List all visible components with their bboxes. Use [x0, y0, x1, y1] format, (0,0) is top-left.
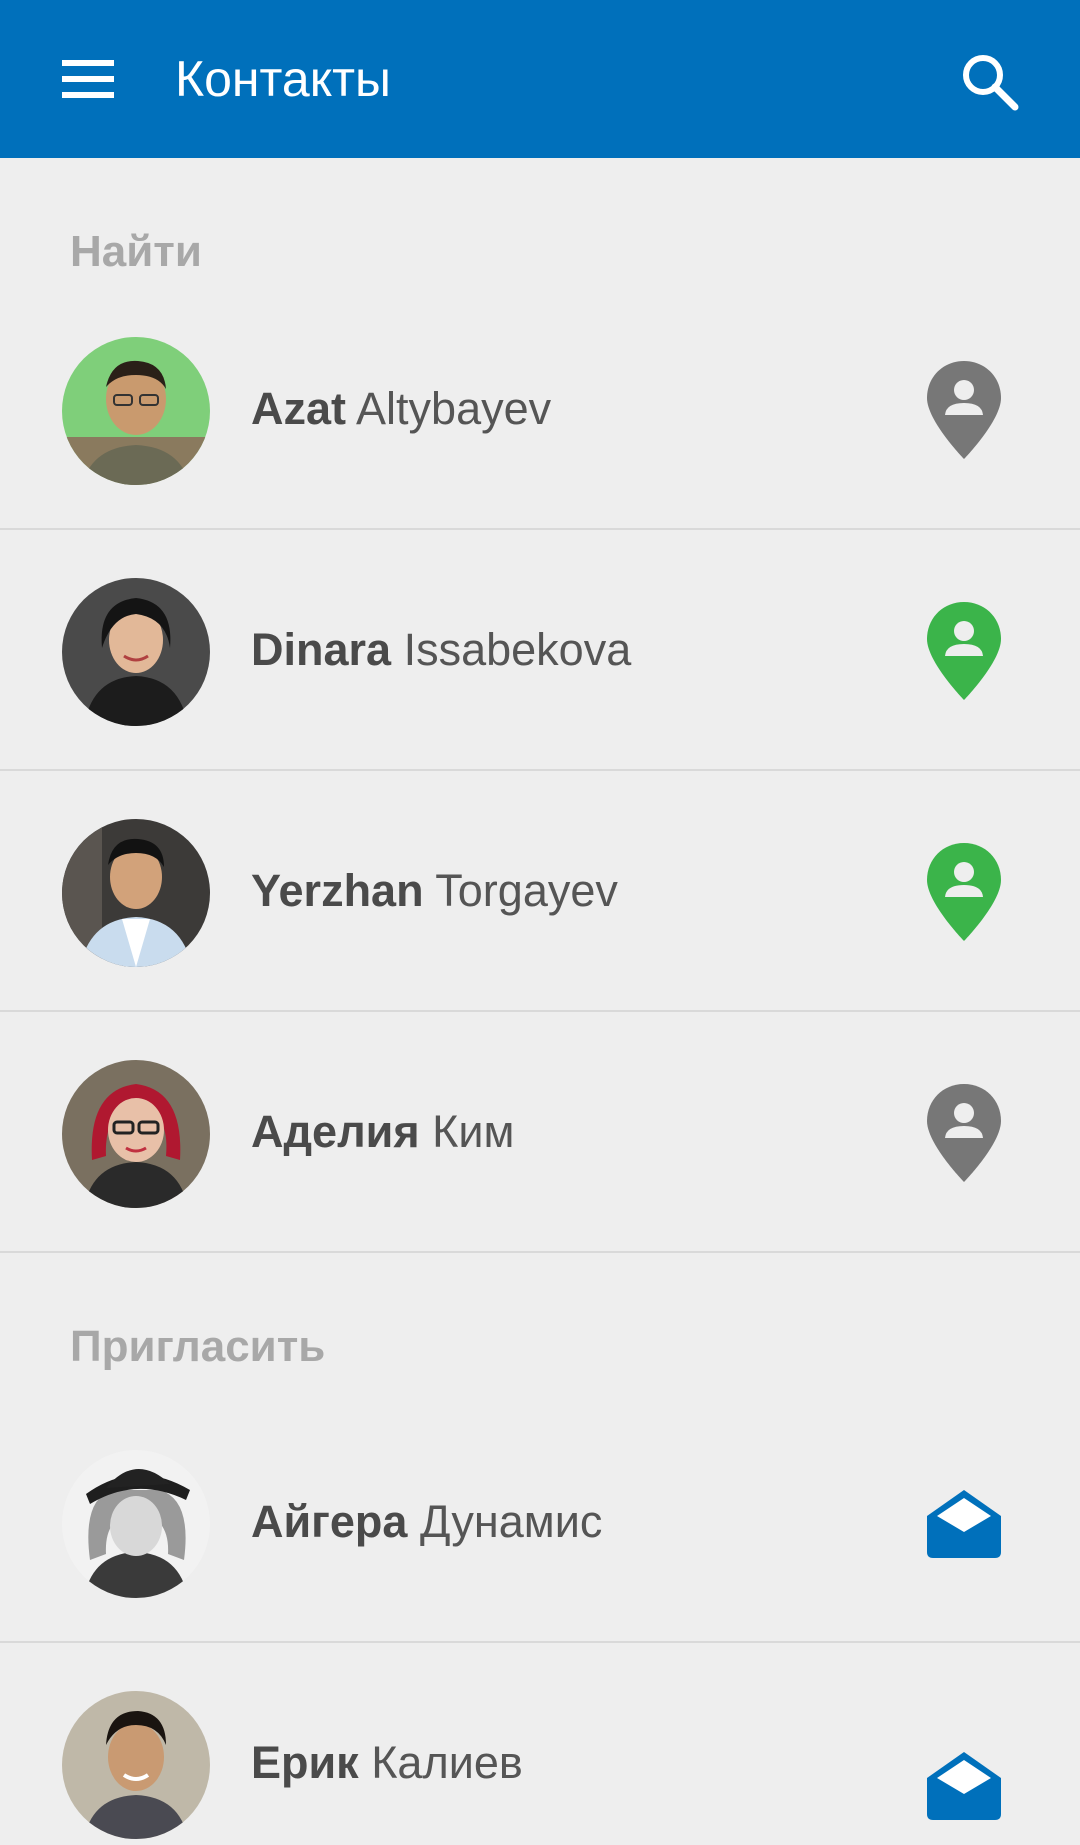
- row-divider: [0, 769, 1080, 771]
- section-header-invite: Пригласить: [70, 1322, 326, 1371]
- row-divider: [0, 1251, 1080, 1253]
- contact-first-name: Dinara: [251, 624, 392, 675]
- contact-last-name: Дунамис: [419, 1496, 603, 1547]
- contact-first-name: Айгера: [251, 1496, 408, 1547]
- contact-last-name: Issabekova: [403, 624, 632, 675]
- contact-name: Ерик Калиев: [251, 1737, 523, 1789]
- contact-row[interactable]: Айгера Дунамис: [0, 1403, 1080, 1643]
- avatar: [62, 1450, 210, 1598]
- open-envelope-icon[interactable]: [918, 1730, 1010, 1840]
- contact-name: Аделия Ким: [251, 1106, 514, 1158]
- contact-last-name: Ким: [432, 1106, 515, 1157]
- hamburger-menu-icon[interactable]: [50, 49, 126, 109]
- avatar: [62, 1060, 210, 1208]
- contact-row[interactable]: Ерик Калиев: [0, 1644, 1080, 1845]
- contact-row[interactable]: Dinara Issabekova: [0, 531, 1080, 771]
- contact-name: Dinara Issabekova: [251, 624, 631, 676]
- avatar: [62, 337, 210, 485]
- contact-first-name: Azat: [251, 383, 347, 434]
- contact-row[interactable]: Yerzhan Torgayev: [0, 772, 1080, 1012]
- location-person-icon[interactable]: [918, 355, 1010, 465]
- contact-first-name: Yerzhan: [251, 865, 424, 916]
- avatar: [62, 578, 210, 726]
- location-person-icon[interactable]: [918, 1078, 1010, 1188]
- avatar: [62, 819, 210, 967]
- avatar: [62, 1691, 210, 1839]
- contact-row[interactable]: Аделия Ким: [0, 1013, 1080, 1253]
- contact-first-name: Аделия: [251, 1106, 420, 1157]
- contact-name: Yerzhan Torgayev: [251, 865, 618, 917]
- contact-last-name: Калиев: [371, 1737, 523, 1788]
- contact-last-name: Torgayev: [435, 865, 618, 916]
- row-divider: [0, 1010, 1080, 1012]
- location-person-icon[interactable]: [918, 837, 1010, 947]
- page-title: Контакты: [175, 51, 391, 107]
- contact-first-name: Ерик: [251, 1737, 359, 1788]
- app-bar: Контакты: [0, 0, 1080, 158]
- row-divider: [0, 1641, 1080, 1643]
- contact-name: Azat Altybayev: [251, 383, 551, 435]
- contacts-screen: Контакты Найти Azat Altybayev Dinara Iss…: [0, 0, 1080, 1845]
- contact-last-name: Altybayev: [356, 383, 552, 434]
- section-header-find: Найти: [70, 227, 202, 276]
- search-icon[interactable]: [950, 42, 1030, 122]
- contact-row[interactable]: Azat Altybayev: [0, 290, 1080, 530]
- location-person-icon[interactable]: [918, 596, 1010, 706]
- open-envelope-icon[interactable]: [918, 1468, 1010, 1578]
- contact-name: Айгера Дунамис: [251, 1496, 602, 1548]
- row-divider: [0, 528, 1080, 530]
